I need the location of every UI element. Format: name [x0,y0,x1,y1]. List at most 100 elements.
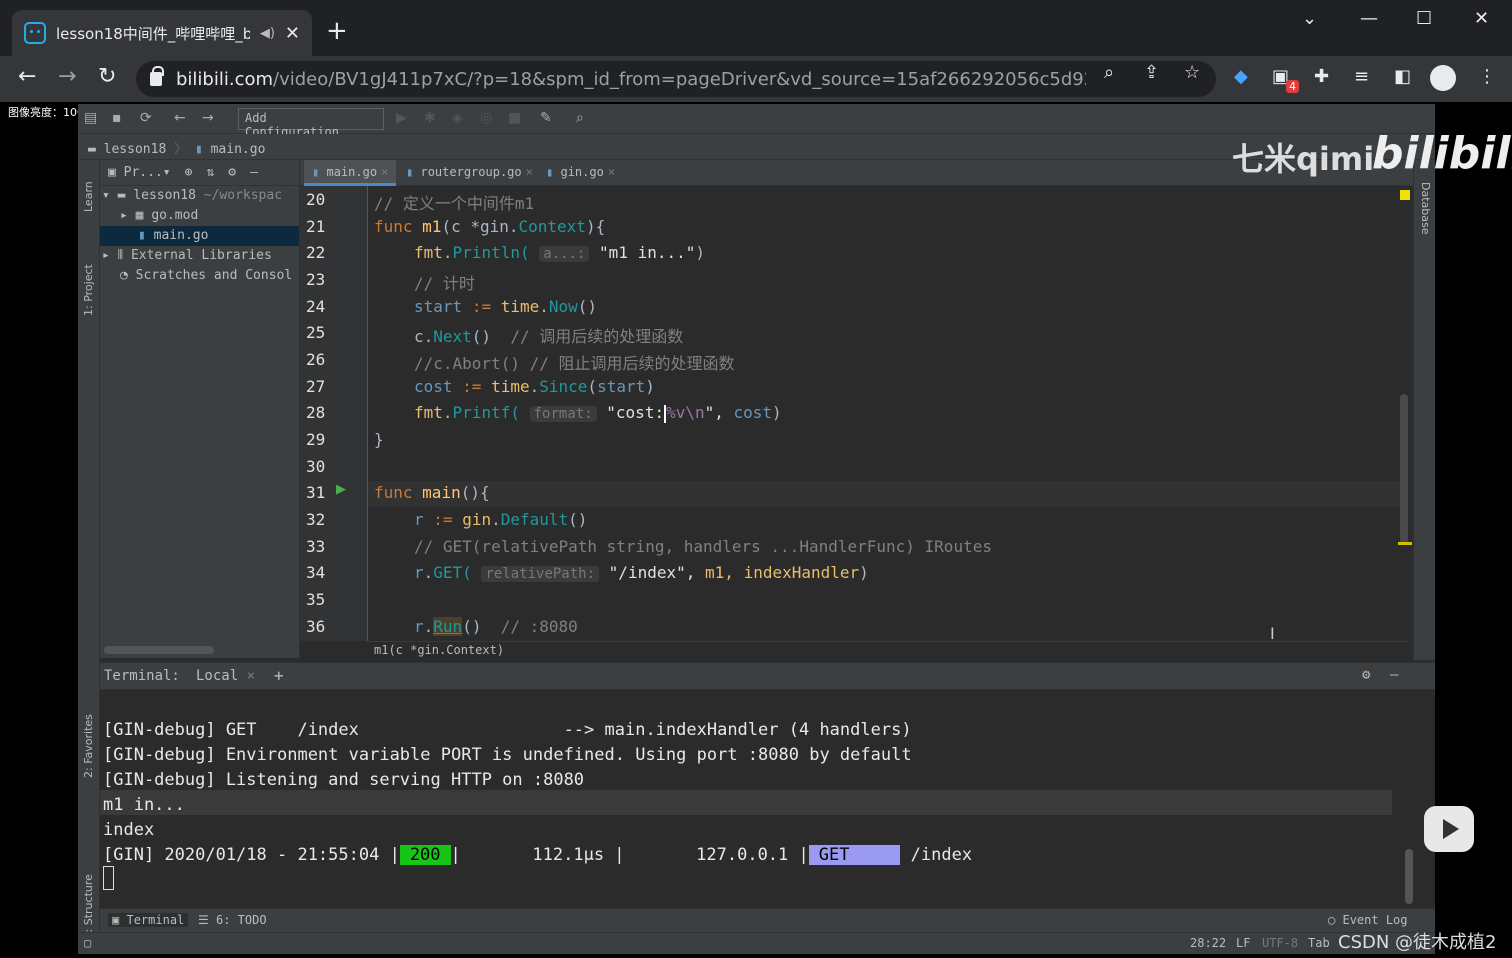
profile-avatar[interactable] [1430,65,1456,91]
code-line: //c.Abort() // 阻止调用后续的处理函数 [414,354,735,373]
coverage-icon[interactable]: ◈ [452,110,463,126]
project-tool-tab[interactable]: 1: Project [82,264,95,316]
tab-main-go[interactable]: ▮ main.go × [304,160,397,186]
tree-item-lesson18[interactable]: ▾ ▬ lesson18 ~/workspac [100,186,299,206]
terminal-tool-button[interactable]: ▣ Terminal [108,913,189,927]
hide-panel-icon[interactable]: — [250,165,258,180]
file-encoding[interactable]: UTF-8 [1262,936,1298,950]
line-number: 24 [306,297,326,316]
code-breadcrumb[interactable]: m1(c *gin.Context) [368,641,1408,659]
collapse-icon[interactable]: ⇅ [206,165,214,180]
tree-item-scratches[interactable]: ◔ Scratches and Consol [100,266,299,286]
search-icon[interactable]: ⌕ [576,110,584,126]
hide-terminal-icon[interactable]: — [1390,667,1398,683]
maximize-icon[interactable]: ☐ [1416,8,1432,29]
collapsed-arrow-icon[interactable]: ▸ [120,208,128,223]
locate-icon[interactable]: ⊕ [185,165,193,180]
side-panel-icon[interactable]: ◧ [1394,66,1411,87]
new-tab-button[interactable]: + [326,16,348,46]
address-bar[interactable]: bilibili.com/video/BV1gJ411p7xC/?p=18&sp… [136,61,1216,97]
tab-search-icon[interactable]: ⌄ [1302,8,1317,29]
close-tab-icon[interactable]: × [608,165,615,179]
extension-diamond-icon[interactable]: ◆ [1234,66,1248,87]
nav-back-icon[interactable]: ← [174,110,186,126]
code-editor[interactable]: // 定义一个中间件m1 func m1(c *gin.Context){ fm… [368,186,1408,641]
wrench-icon[interactable]: ✎ [540,110,552,126]
line-number: 35 [306,590,326,609]
terminal-scrollbar[interactable] [1405,849,1413,904]
settings-gear-icon[interactable]: ⚙ [228,165,236,180]
share-icon[interactable]: ⇪ [1144,62,1159,83]
bilibili-favicon-icon [24,22,46,44]
code-line: } [374,430,384,449]
tree-item-go-mod[interactable]: ▸ ▦ go.mod [100,206,299,226]
terminal-output[interactable]: [GIN-debug] GET /index --> main.indexHan… [100,690,1400,908]
terminal-settings-icon[interactable]: ⚙ [1362,667,1370,683]
toggle-tool-windows-icon[interactable]: ▢ [84,936,91,950]
breadcrumb-project[interactable]: lesson18 [104,142,167,157]
terminal-tab-local[interactable]: Local × [196,668,255,684]
forward-icon[interactable]: → [58,64,76,89]
event-log-icon: ◯ [1328,913,1336,927]
warning-marker[interactable] [1400,190,1410,200]
reload-icon[interactable]: ↻ [98,64,116,89]
collapsed-arrow-icon[interactable]: ▸ [102,248,110,263]
tree-item-main-go[interactable]: ▮ main.go [100,226,299,246]
close-tab-icon[interactable]: × [526,165,533,179]
structure-tool-tab[interactable]: Z: Structure [82,874,95,940]
indent-setting[interactable]: Tab [1308,936,1330,950]
csdn-watermark: CSDN @徒木成植2 [1338,932,1497,953]
speaker-icon[interactable]: ◀︎) [260,26,275,41]
todo-tool-button[interactable]: ☰ 6: TODO [198,913,267,927]
zoom-icon[interactable]: ⌕ [1104,62,1114,83]
close-tab-icon[interactable]: × [381,165,388,179]
menu-kebab-icon[interactable]: ⋮ [1478,66,1496,87]
go-file-icon: ▮ [546,165,554,179]
run-gutter-icon[interactable]: ▶ [336,482,346,497]
code-line: fmt.Println( a...: "m1 in...") [414,243,706,262]
editor-scrollbar[interactable] [1400,394,1408,544]
caret-position[interactable]: 28:22 [1190,936,1226,950]
debug-icon[interactable]: ✱ [424,110,436,126]
tree-item-external-libraries[interactable]: ▸ ⫴ External Libraries [100,246,299,266]
extensions-puzzle-icon[interactable]: ✚ [1314,66,1329,87]
play-icon[interactable] [1424,806,1474,852]
close-tab-icon[interactable]: ✕ [285,23,300,44]
minimize-icon[interactable]: — [1360,8,1378,29]
close-window-icon[interactable]: ✕ [1474,8,1489,29]
terminal-line-highlight [100,790,1392,815]
error-stripe-marker[interactable] [1398,542,1412,545]
add-configuration-button[interactable]: Add Configuration... [238,108,384,139]
nav-forward-icon[interactable]: → [202,110,214,126]
new-terminal-button[interactable]: + [274,666,284,685]
sync-icon[interactable]: ⟳ [140,110,152,126]
terminal-label: Terminal: [104,668,180,684]
line-number: 27 [306,377,326,396]
event-log-button[interactable]: ◯ Event Log [1328,913,1408,927]
project-panel-header: ▣ Pr...▾ ⊕ ⇅ ⚙ — [100,160,299,186]
stop-icon[interactable]: ■ [508,110,521,126]
database-tool-tab[interactable]: Database [1419,182,1432,235]
open-folder-icon[interactable]: ▤ [84,110,97,126]
tab-gin-go[interactable]: ▮ gin.go × [538,160,623,186]
expand-arrow-icon[interactable]: ▾ [102,188,110,203]
lock-icon[interactable] [150,66,164,86]
project-scrollbar[interactable] [104,646,214,654]
project-view-selector[interactable]: ▣ Pr...▾ [108,165,171,180]
breadcrumb-file[interactable]: main.go [211,142,266,157]
profile-icon[interactable]: ◎ [480,110,492,126]
bilibili-logo: bilibili [1372,128,1512,179]
tab-routergroup-go[interactable]: ▮ routergroup.go × [398,160,541,186]
bookmark-star-icon[interactable]: ☆ [1184,62,1200,83]
learn-tool-tab[interactable]: Learn [82,181,95,212]
browser-tab[interactable]: lesson18中间件_哔哩哔哩_b ◀︎) ✕ [12,10,312,56]
media-control-icon[interactable]: ≡ [1354,66,1369,87]
run-icon[interactable]: ▶ [396,110,407,126]
save-icon[interactable]: ▪ [112,110,122,126]
favorites-tool-tab[interactable]: 2: Favorites [82,714,95,778]
line-separator[interactable]: LF [1236,936,1250,950]
code-line: // 计时 [414,274,475,293]
close-terminal-tab-icon[interactable]: × [247,668,255,684]
line-number: 36 [306,617,326,636]
back-icon[interactable]: ← [18,64,36,89]
